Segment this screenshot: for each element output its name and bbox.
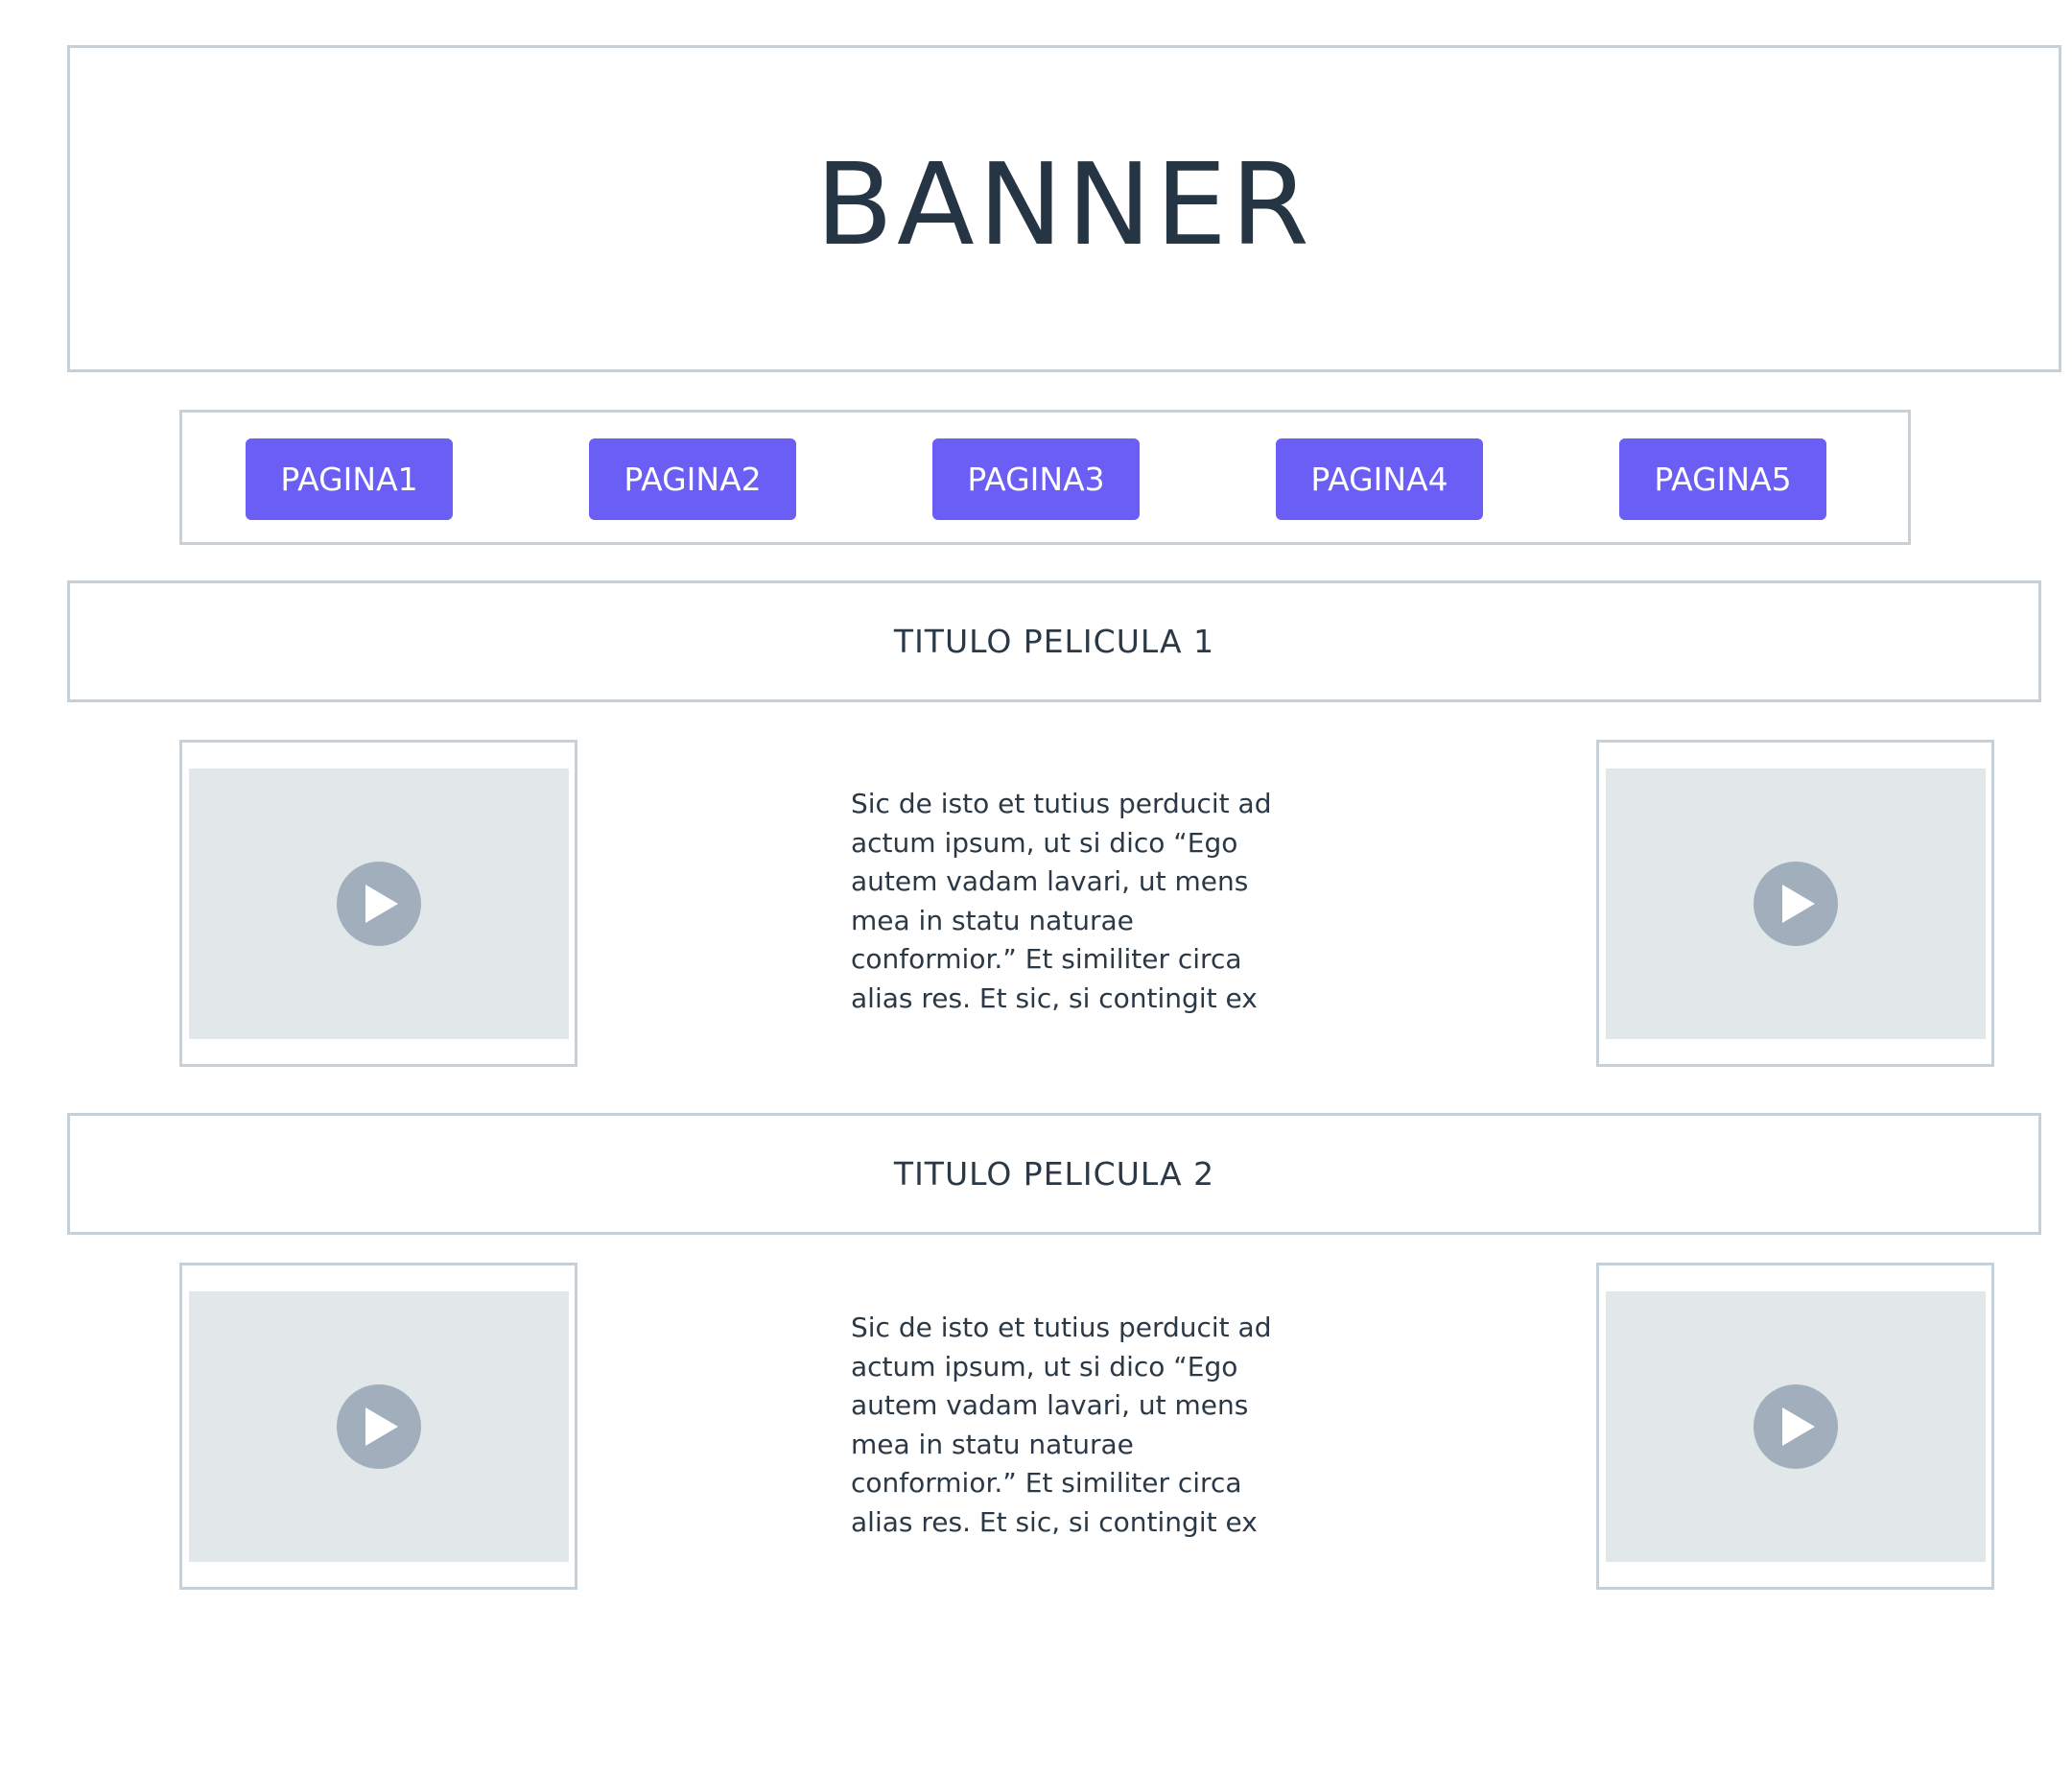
- video-placeholder[interactable]: [189, 1291, 569, 1562]
- nav-button-pagina2[interactable]: PAGINA2: [589, 438, 796, 520]
- movie-description-2: Sic de isto et tutius perducit ad actum …: [851, 1309, 1273, 1542]
- description-line: autem vadam lavari, ut mens: [851, 1389, 1249, 1421]
- movie-title-2: TITULO PELICULA 2: [893, 1155, 1215, 1193]
- video-placeholder[interactable]: [189, 768, 569, 1039]
- description-line: alias res. Et sic, si contingit ex: [851, 1505, 1258, 1538]
- movie-title-bar-1: TITULO PELICULA 1: [67, 580, 2041, 702]
- description-line: mea in statu naturae: [851, 904, 1134, 936]
- nav-button-pagina5[interactable]: PAGINA5: [1619, 438, 1826, 520]
- description-line: conformior.” Et similiter circa: [851, 943, 1242, 975]
- banner: BANNER: [67, 45, 2061, 372]
- nav-button-pagina3[interactable]: PAGINA3: [932, 438, 1140, 520]
- video-card-2-right: [1596, 1263, 1994, 1590]
- description-line: autem vadam lavari, ut mens: [851, 865, 1249, 897]
- description-line: Sic de isto et tutius perducit ad: [851, 1312, 1272, 1343]
- nav-bar: PAGINA1 PAGINA2 PAGINA3 PAGINA4 PAGINA5: [179, 410, 1911, 545]
- description-line: conformior.” Et similiter circa: [851, 1467, 1242, 1499]
- nav-button-pagina4[interactable]: PAGINA4: [1276, 438, 1483, 520]
- play-icon[interactable]: [337, 1384, 421, 1469]
- play-icon[interactable]: [1754, 862, 1838, 946]
- play-icon[interactable]: [1754, 1384, 1838, 1469]
- description-line: alias res. Et sic, si contingit ex: [851, 981, 1258, 1014]
- nav-button-pagina1[interactable]: PAGINA1: [246, 438, 453, 520]
- play-icon[interactable]: [337, 862, 421, 946]
- video-card-2-left: [179, 1263, 577, 1590]
- movie-title-1: TITULO PELICULA 1: [893, 623, 1215, 660]
- video-placeholder[interactable]: [1606, 768, 1986, 1039]
- video-card-1-right: [1596, 740, 1994, 1067]
- banner-title: BANNER: [815, 137, 1313, 271]
- description-line: Sic de isto et tutius perducit ad: [851, 788, 1272, 819]
- movie-title-bar-2: TITULO PELICULA 2: [67, 1113, 2041, 1235]
- description-line: actum ipsum, ut si dico “Ego: [851, 1350, 1238, 1383]
- description-line: mea in statu naturae: [851, 1428, 1134, 1460]
- video-card-1-left: [179, 740, 577, 1067]
- video-placeholder[interactable]: [1606, 1291, 1986, 1562]
- movie-description-1: Sic de isto et tutius perducit ad actum …: [851, 785, 1273, 1018]
- description-line: actum ipsum, ut si dico “Ego: [851, 826, 1238, 859]
